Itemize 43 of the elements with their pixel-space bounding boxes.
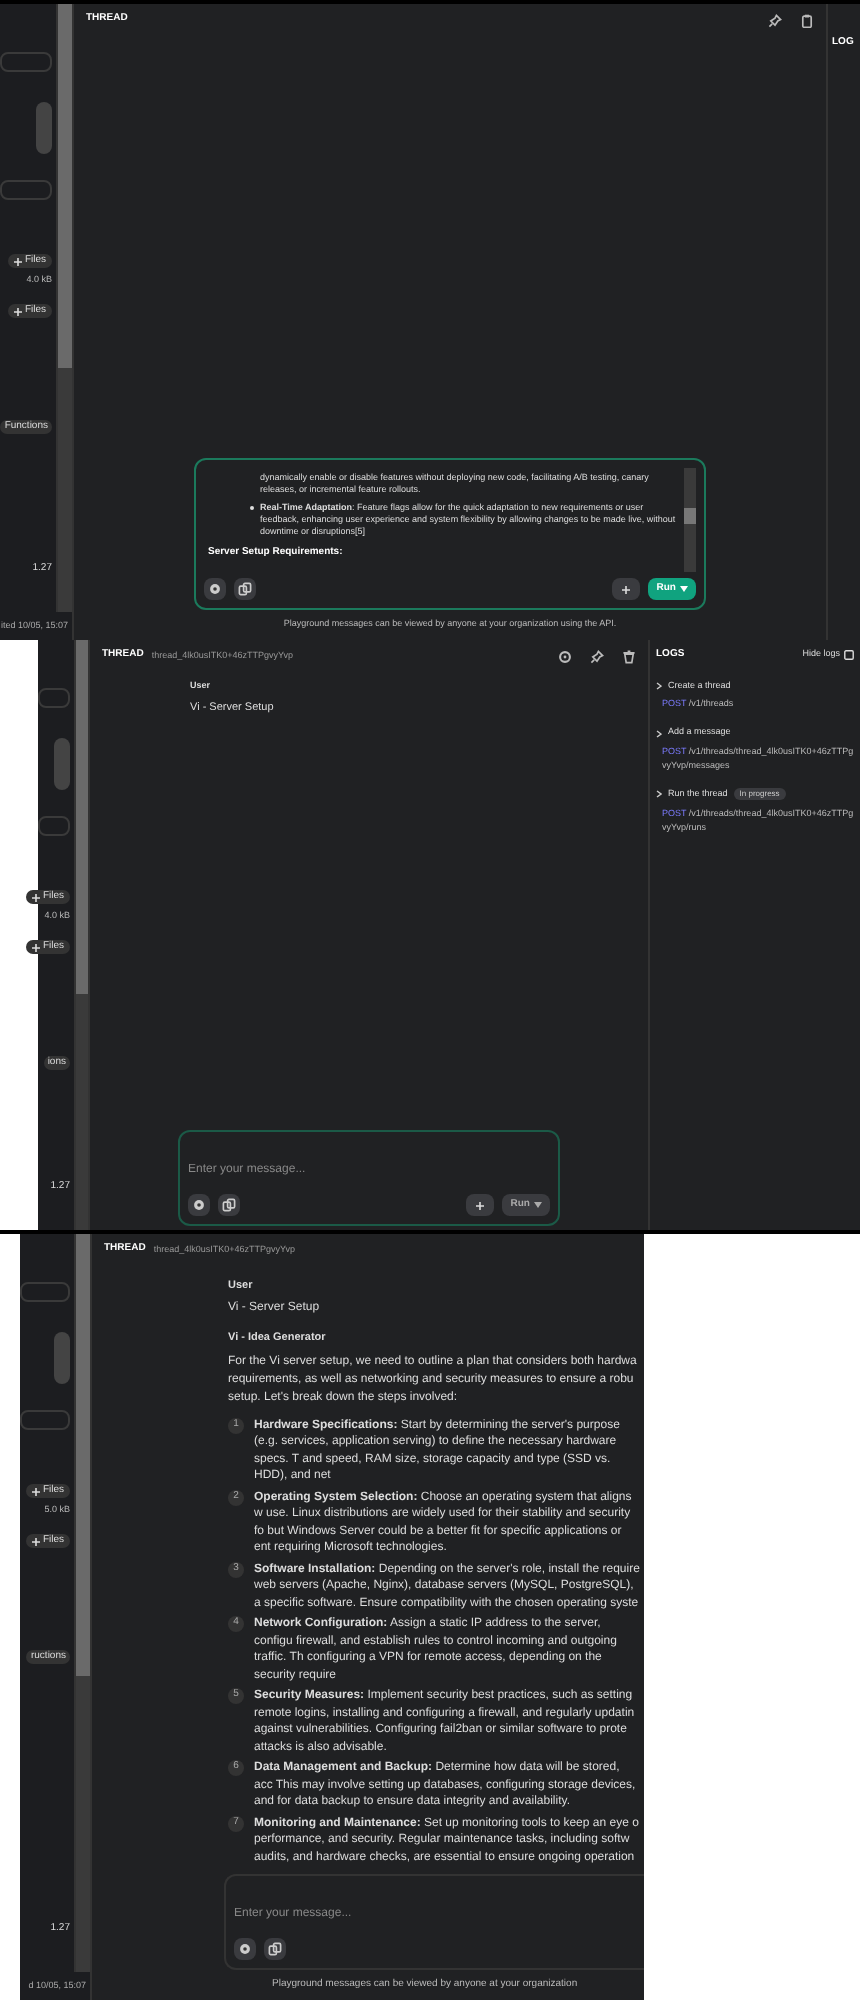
input-field[interactable] <box>20 1282 70 1302</box>
clipboard-icon[interactable] <box>800 13 814 27</box>
plus-icon <box>14 257 23 265</box>
input-field[interactable] <box>0 52 52 72</box>
attach-button[interactable] <box>234 578 256 601</box>
chevron-icon <box>656 729 662 738</box>
plus-icon <box>32 943 41 951</box>
panel-icon <box>844 650 854 661</box>
plus-icon <box>14 307 23 315</box>
attach-button[interactable] <box>218 1194 240 1216</box>
input-field[interactable] <box>38 688 70 708</box>
tool-button[interactable] <box>188 1194 210 1216</box>
scrollbar[interactable] <box>684 468 696 573</box>
attach-icon <box>238 582 252 597</box>
scrollbar[interactable] <box>58 4 74 612</box>
plus-icon <box>32 893 41 901</box>
input-field[interactable] <box>38 816 70 836</box>
add-button[interactable] <box>612 578 641 601</box>
pin-icon[interactable] <box>768 13 782 27</box>
scrollbar[interactable] <box>76 1234 92 1972</box>
tool-icon <box>238 1941 252 1955</box>
plus-icon <box>32 1487 41 1495</box>
tool-button[interactable] <box>234 1937 256 1959</box>
tool-icon <box>192 1198 206 1212</box>
tool-icon <box>208 582 222 597</box>
trash-icon[interactable] <box>622 649 636 663</box>
input-field[interactable] <box>0 180 52 200</box>
attach-button[interactable] <box>264 1937 286 1959</box>
attach-icon <box>222 1198 236 1212</box>
caret-icon <box>680 586 688 593</box>
chevron-icon <box>656 681 662 690</box>
input-field[interactable] <box>20 1410 70 1430</box>
settings-icon[interactable] <box>558 649 572 663</box>
attach-icon <box>268 1941 282 1955</box>
caret-icon <box>534 1202 542 1208</box>
tool-button[interactable] <box>204 578 226 601</box>
plus-icon <box>622 585 631 594</box>
scrollbar[interactable] <box>76 640 90 1230</box>
pin-icon[interactable] <box>590 649 604 663</box>
plus-icon <box>32 1537 41 1545</box>
add-button[interactable] <box>466 1194 495 1216</box>
chevron-icon <box>656 790 662 799</box>
plus-icon <box>476 1201 485 1209</box>
